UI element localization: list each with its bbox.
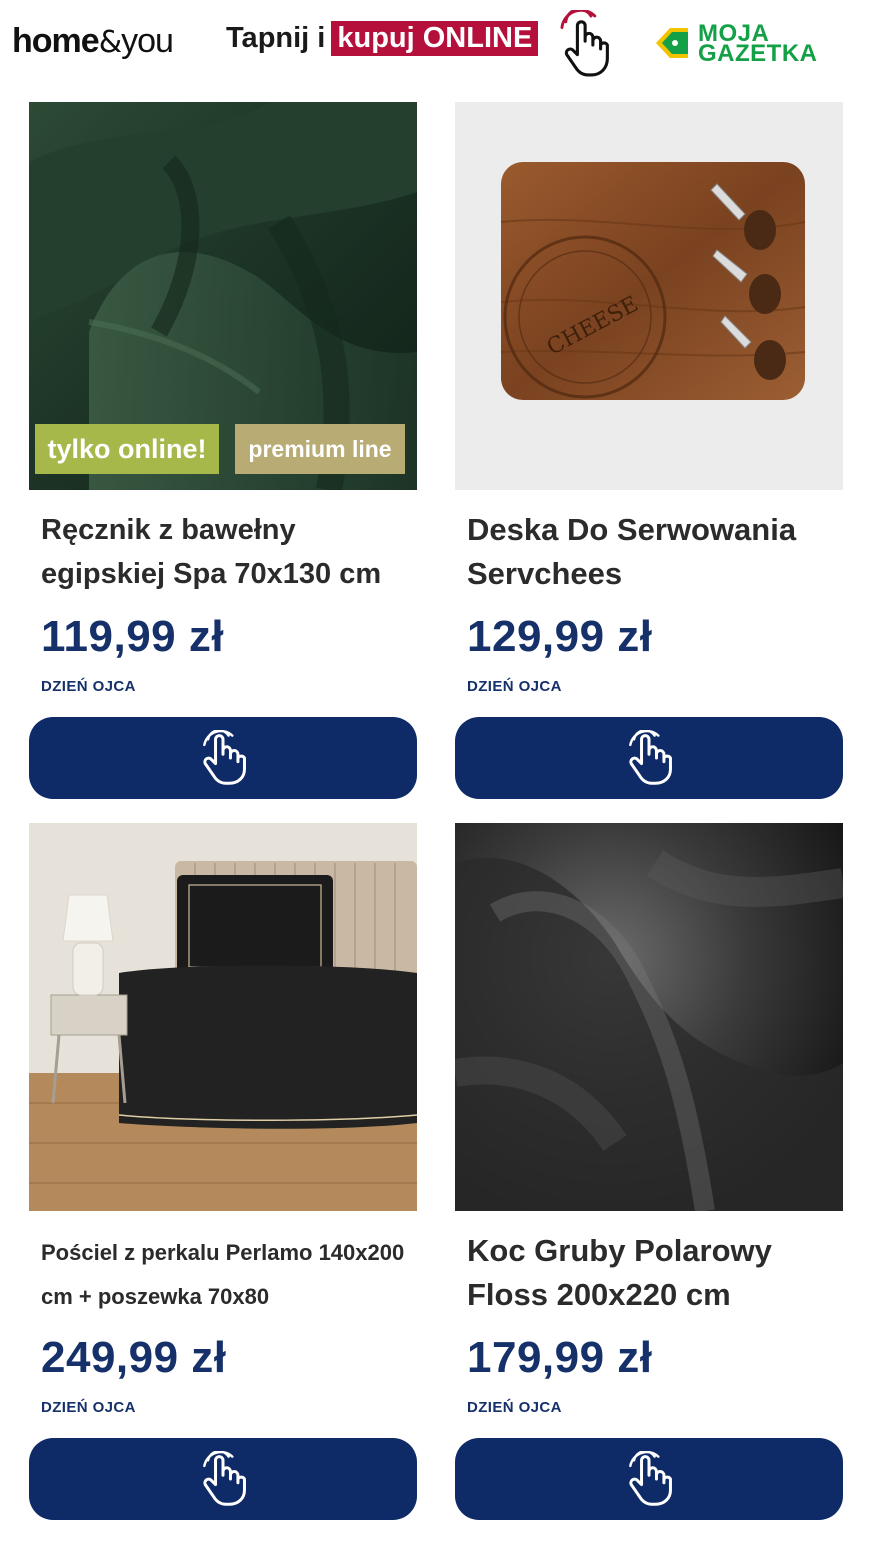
- home-and-you-logo[interactable]: home&you: [12, 22, 174, 61]
- product-price: 129,99 zł: [467, 612, 653, 661]
- tap-hand-icon: [621, 1451, 677, 1507]
- product-price: 119,99 zł: [41, 612, 225, 661]
- brand-amp-text: &: [98, 25, 122, 60]
- product-card[interactable]: Pościel z perkalu Perlamo 140x200 cm + p…: [29, 823, 417, 1523]
- occasion-label: DZIEŃ OJCA: [41, 678, 136, 695]
- product-title[interactable]: Ręcznik z bawełny egipskiej Spa 70x130 c…: [41, 508, 411, 596]
- cheese-board-photo: CHEESE: [455, 102, 843, 490]
- gazetka-line2: GAZETKA: [698, 40, 818, 67]
- top-banner: home&you Tapnij i kupuj ONLINE MOJA GAZE…: [0, 0, 872, 92]
- product-title[interactable]: Deska Do Serwowania Servchees: [467, 508, 837, 596]
- occasion-label: DZIEŃ OJCA: [467, 1399, 562, 1416]
- product-image[interactable]: tylko online! premium line: [29, 102, 417, 490]
- product-image[interactable]: [29, 823, 417, 1211]
- tap-hand-icon: [560, 10, 609, 77]
- product-title[interactable]: Pościel z perkalu Perlamo 140x200 cm + p…: [41, 1231, 411, 1319]
- tap-hand-icon: [195, 730, 251, 786]
- product-image[interactable]: [455, 823, 843, 1211]
- occasion-label: DZIEŃ OJCA: [41, 1399, 136, 1416]
- bedding-photo: [29, 823, 417, 1211]
- brand-you-text: you: [121, 22, 174, 60]
- tap-hand-icon: [195, 1451, 251, 1507]
- product-image[interactable]: CHEESE: [455, 102, 843, 490]
- tap-hand-icon: [621, 730, 677, 786]
- product-card[interactable]: Koc Gruby Polarowy Floss 200x220 cm 179,…: [455, 823, 843, 1523]
- online-only-badge: tylko online!: [35, 424, 219, 474]
- buy-button[interactable]: [455, 1438, 843, 1520]
- brand-home-text: home: [12, 22, 100, 60]
- promo-text: Tapnij i: [226, 21, 326, 54]
- price-tag-icon: [656, 28, 688, 58]
- buy-button[interactable]: [29, 1438, 417, 1520]
- occasion-label: DZIEŃ OJCA: [467, 678, 562, 695]
- promo-highlight: kupuj ONLINE: [331, 20, 539, 56]
- moja-gazetka-logo[interactable]: MOJA GAZETKA: [654, 20, 834, 70]
- tap-to-buy-online-banner[interactable]: Tapnij i kupuj ONLINE: [226, 18, 539, 58]
- product-title[interactable]: Koc Gruby Polarowy Floss 200x220 cm: [467, 1229, 837, 1317]
- product-price: 249,99 zł: [41, 1333, 227, 1382]
- buy-button[interactable]: [29, 717, 417, 799]
- buy-button[interactable]: [455, 717, 843, 799]
- product-card[interactable]: CHEESE Deska Do Serwowania Servchees 129…: [455, 102, 843, 802]
- product-price: 179,99 zł: [467, 1333, 653, 1382]
- fleece-blanket-photo: [455, 823, 843, 1211]
- product-card[interactable]: tylko online! premium line Ręcznik z baw…: [29, 102, 417, 802]
- premium-line-badge: premium line: [235, 424, 405, 474]
